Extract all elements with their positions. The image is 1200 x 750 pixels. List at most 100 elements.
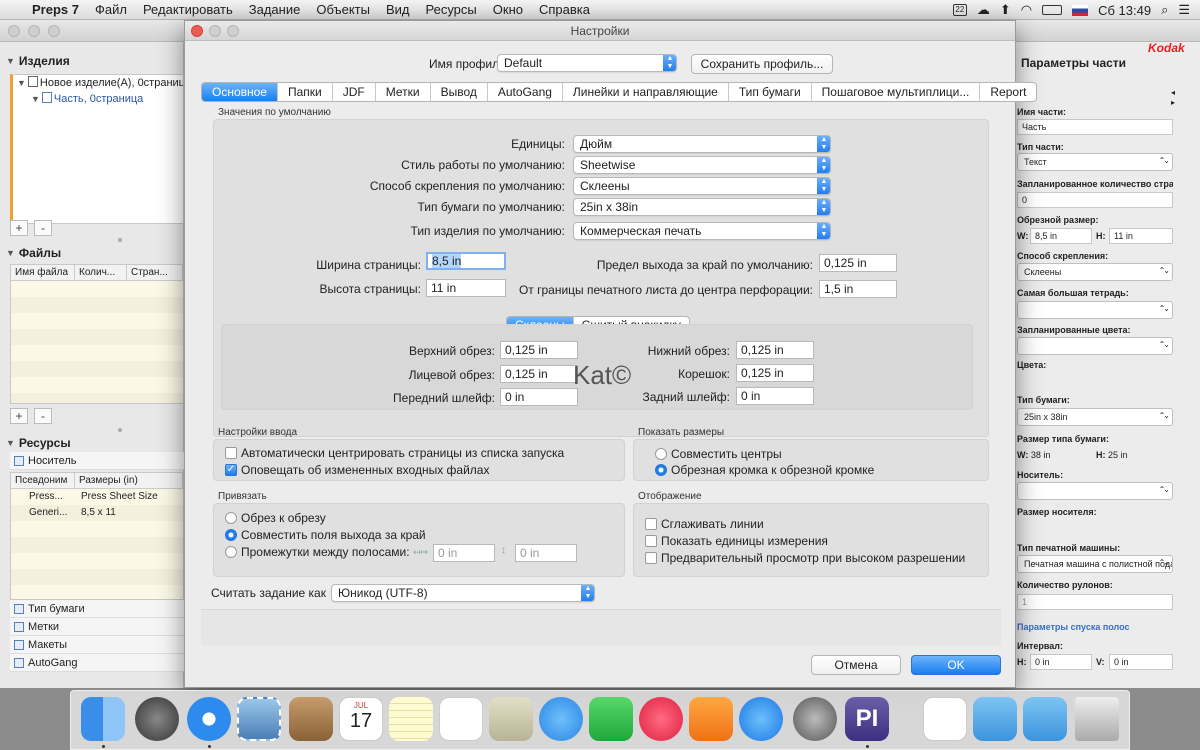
align-centers-radio[interactable] (655, 448, 667, 460)
col-file-name[interactable]: Имя файла (11, 265, 75, 280)
product-type-select[interactable]: Коммерческая печать ▲ ▼ (573, 222, 831, 240)
finder-icon[interactable] (81, 697, 125, 741)
resource-autogang[interactable]: AutoGang (10, 654, 184, 672)
wifi-icon[interactable]: ◠ (1021, 2, 1032, 18)
page-height-field[interactable]: 11 in (426, 279, 506, 297)
spotlight-icon[interactable]: ⌕ (1161, 2, 1168, 18)
media-table[interactable]: Псевдоним Размеры (in) Press... Press She… (10, 472, 184, 600)
imposition-params-link[interactable]: Параметры спуска полос (1017, 622, 1130, 632)
calendar-icon[interactable]: JUL 17 (339, 697, 383, 741)
binding-select[interactable]: Склеены (1017, 263, 1173, 281)
ibooks-icon[interactable] (689, 697, 733, 741)
menu-job[interactable]: Задание (241, 2, 309, 17)
products-section-header[interactable]: ▼ Изделия (6, 54, 70, 68)
app-store-icon[interactable] (739, 697, 783, 741)
safari-icon[interactable] (187, 697, 231, 741)
paper-default-select[interactable]: 25in x 38in ▲ ▼ (573, 198, 831, 216)
menu-window[interactable]: Окно (485, 2, 531, 17)
files-table[interactable]: Имя файла Колич... Стран... (10, 264, 184, 404)
work-style-select[interactable]: Sheetwise ▲ ▼ (573, 156, 831, 174)
smooth-lines-checkbox[interactable] (645, 518, 657, 530)
add-file-button[interactable]: + (10, 408, 28, 424)
preview-icon[interactable] (489, 697, 533, 741)
notify-changed-checkbox[interactable]: ✓ (225, 464, 237, 476)
show-units-checkbox[interactable] (645, 535, 657, 547)
tab-report[interactable]: Report (980, 83, 1036, 101)
system-preferences-icon[interactable] (793, 697, 837, 741)
tab-step-repeat[interactable]: Пошаговое мультиплици... (812, 83, 981, 101)
clock[interactable]: Сб 13:49 (1098, 3, 1151, 18)
paper-type-select[interactable]: 25in x 38in (1017, 408, 1173, 426)
disclosure-triangle-icon[interactable]: ▼ (6, 248, 15, 258)
menu-file[interactable]: Файл (87, 2, 135, 17)
col-quantity[interactable]: Колич... (75, 265, 127, 280)
products-tree[interactable]: ▼ Новое изделие(А), 0страниц ▼ Часть, 0стр… (10, 74, 184, 224)
tab-basic[interactable]: Основное (202, 83, 278, 101)
gutter-h-field[interactable]: 0 in (433, 544, 495, 562)
back-lip-field[interactable]: 0 in (736, 387, 814, 405)
tab-paper-type[interactable]: Тип бумаги (729, 83, 812, 101)
trash-icon[interactable] (1075, 697, 1119, 741)
media-select[interactable] (1017, 482, 1173, 500)
binding-default-select[interactable]: Склеены ▲ ▼ (573, 177, 831, 195)
menu-edit[interactable]: Редактировать (135, 2, 241, 17)
zoom-window-icon[interactable] (48, 25, 60, 37)
tab-rulers[interactable]: Линейки и направляющие (563, 83, 729, 101)
splitter-handle[interactable] (118, 238, 122, 242)
close-window-icon[interactable] (8, 25, 20, 37)
face-trim-field[interactable]: 0,125 in (500, 365, 578, 383)
folder-icon[interactable] (1023, 697, 1067, 741)
tab-folders[interactable]: Папки (278, 83, 333, 101)
auto-center-checkbox[interactable] (225, 447, 237, 459)
rolls-field[interactable]: 1 (1017, 594, 1173, 610)
col-pages[interactable]: Стран... (127, 265, 183, 280)
chevron-icon[interactable]: ▸ (1171, 98, 1175, 107)
planned-colors-select[interactable] (1017, 337, 1173, 355)
snap-gutters-radio[interactable] (225, 546, 237, 558)
splitter-handle[interactable] (118, 428, 122, 432)
table-row[interactable]: Press... Press Sheet Size (11, 489, 183, 505)
top-trim-field[interactable]: 0,125 in (500, 341, 578, 359)
page-width-field[interactable]: 8,5 in (426, 252, 506, 270)
save-profile-button[interactable]: Сохранить профиль... (691, 54, 833, 74)
ok-button[interactable]: OK (911, 655, 1001, 675)
trim-w-field[interactable]: 8,5 in (1030, 228, 1092, 244)
snap-bleed-radio[interactable] (225, 529, 237, 541)
add-product-button[interactable]: + (10, 220, 28, 236)
bottom-trim-field[interactable]: 0,125 in (736, 341, 814, 359)
menu-help[interactable]: Справка (531, 2, 598, 17)
encoding-select[interactable]: Юникод (UTF-8) ▲ ▼ (331, 584, 595, 602)
snap-trim-radio[interactable] (225, 512, 237, 524)
menu-resources[interactable]: Ресурсы (418, 2, 485, 17)
contacts-icon[interactable] (289, 697, 333, 741)
reminders-icon[interactable] (439, 697, 483, 741)
largest-signature-select[interactable] (1017, 301, 1173, 319)
minimize-window-icon[interactable] (28, 25, 40, 37)
disclosure-triangle-icon[interactable]: ▼ (17, 78, 26, 88)
disclosure-triangle-icon[interactable]: ▼ (31, 94, 40, 104)
perf-field[interactable]: 1,5 in (819, 280, 897, 298)
resource-layouts[interactable]: Макеты (10, 636, 184, 654)
hires-preview-checkbox[interactable] (645, 552, 657, 564)
cancel-button[interactable]: Отмена (811, 655, 901, 675)
downloads-stack-icon[interactable] (923, 697, 967, 741)
notes-icon[interactable] (389, 697, 433, 741)
folder-icon[interactable] (973, 697, 1017, 741)
press-type-select[interactable]: Печатная машина с полистной подачей (1017, 555, 1173, 573)
bleed-field[interactable]: 0,125 in (819, 254, 897, 272)
disclosure-triangle-icon[interactable]: ▼ (6, 56, 15, 66)
table-row[interactable]: Generi... 8,5 x 11 (11, 505, 183, 521)
profile-select[interactable]: Default ▲ ▼ (497, 54, 677, 72)
tab-autogang[interactable]: AutoGang (488, 83, 563, 101)
messages-icon[interactable] (539, 697, 583, 741)
tab-output[interactable]: Вывод (431, 83, 488, 101)
resources-section-header[interactable]: ▼ Ресурсы (6, 436, 71, 450)
spine-field[interactable]: 0,125 in (736, 364, 814, 382)
gutter-v-field[interactable]: 0 in (515, 544, 577, 562)
interval-v-field[interactable]: 0 in (1109, 654, 1173, 670)
mail-icon[interactable] (237, 697, 281, 741)
trim-h-field[interactable]: 11 in (1109, 228, 1173, 244)
interval-h-field[interactable]: 0 in (1030, 654, 1092, 670)
cloud-icon[interactable]: ☁ (977, 2, 990, 18)
files-section-header[interactable]: ▼ Файлы (6, 246, 61, 260)
